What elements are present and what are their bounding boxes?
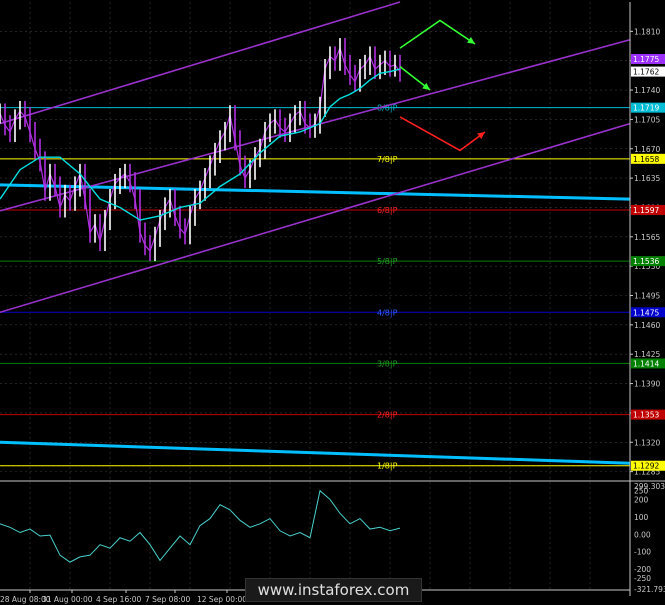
murrey-levels: 8/8|P7/8|P6/8|P5/8|P4/8|P3/8|P2/8|P1/8|P	[0, 104, 630, 471]
price-label-text: 1.1536	[633, 257, 659, 266]
murrey-level-label: 5/8|P	[377, 257, 398, 266]
forecast-arrows	[399, 19, 486, 152]
price-label-text: 1.1658	[633, 155, 659, 164]
price-label-text: 1.1762	[633, 68, 659, 77]
price-tick-label: 1.1670	[634, 145, 660, 154]
murrey-level-label: 6/8|P	[377, 206, 398, 215]
price-tick-label: 1.1320	[634, 438, 660, 447]
murrey-level-label: 4/8|P	[377, 308, 398, 317]
murrey-level-label: 2/8|P	[377, 411, 398, 420]
forecast-arrow	[399, 116, 486, 152]
time-tick-label: 4 Sep 16:00	[96, 595, 142, 604]
murrey-level-label: 3/8|P	[377, 359, 398, 368]
price-tick-label: 1.1425	[634, 350, 660, 359]
price-tick-label: 1.1635	[634, 174, 660, 183]
price-tick-label: 1.1740	[634, 86, 660, 95]
time-tick-label: 12 Sep 00:00	[197, 595, 247, 604]
oscillator-panel	[0, 489, 401, 563]
time-tick-label: 7 Sep 08:00	[145, 595, 191, 604]
price-tick-label: 1.1495	[634, 292, 660, 301]
price-label-text: 1.1775	[633, 55, 659, 64]
time-tick-label: 31 Aug 00:00	[42, 595, 93, 604]
murrey-level-label: 7/8|P	[377, 155, 398, 164]
oscillator-tick-label: 100	[634, 513, 649, 522]
long-ma-line	[0, 440, 631, 465]
price-chart: 8/8|P7/8|P6/8|P5/8|P4/8|P3/8|P2/8|P1/8|P…	[0, 1, 665, 604]
oscillator-tick-label: 0.00	[634, 530, 651, 539]
price-line	[0, 46, 401, 253]
price-label-text: 1.1597	[633, 206, 659, 215]
price-channel	[0, 1, 631, 314]
oscillator-tick-label: -200	[634, 565, 651, 574]
price-tick-label: 1.1565	[634, 233, 660, 242]
oscillator-tick-label: 200	[634, 495, 649, 504]
forecast-arrow	[399, 19, 476, 49]
price-tick-label: 1.1705	[634, 115, 660, 124]
price-label-text: 1.1292	[633, 462, 659, 471]
oscillator-line	[0, 489, 401, 563]
price-label-text: 1.1475	[633, 308, 659, 317]
arrow-head	[467, 37, 475, 44]
price-tick-label: 1.1460	[634, 321, 660, 330]
oscillator-tick-label: -250	[634, 574, 651, 583]
axes: 1.1810 1.1775 1.1740 1.1705 1.1670 1.1635 1.16…	[0, 2, 665, 604]
price-tick-label: 1.1810	[634, 27, 660, 36]
oscillator-tick-label: -100	[634, 548, 651, 557]
price-label-text: 1.1719	[633, 104, 659, 113]
arrow-head	[477, 131, 485, 140]
price-tick-label: 1.1390	[634, 380, 660, 389]
oscillator-tick-label: -321.793	[634, 585, 665, 594]
price-label-text: 1.1414	[633, 359, 659, 368]
murrey-level-label: 1/8|P	[377, 462, 398, 471]
price-label-text: 1.1353	[633, 411, 659, 420]
watermark: www.instaforex.com	[245, 578, 422, 602]
oscillator-tick-label: 250	[634, 487, 649, 496]
price-series	[0, 38, 401, 262]
